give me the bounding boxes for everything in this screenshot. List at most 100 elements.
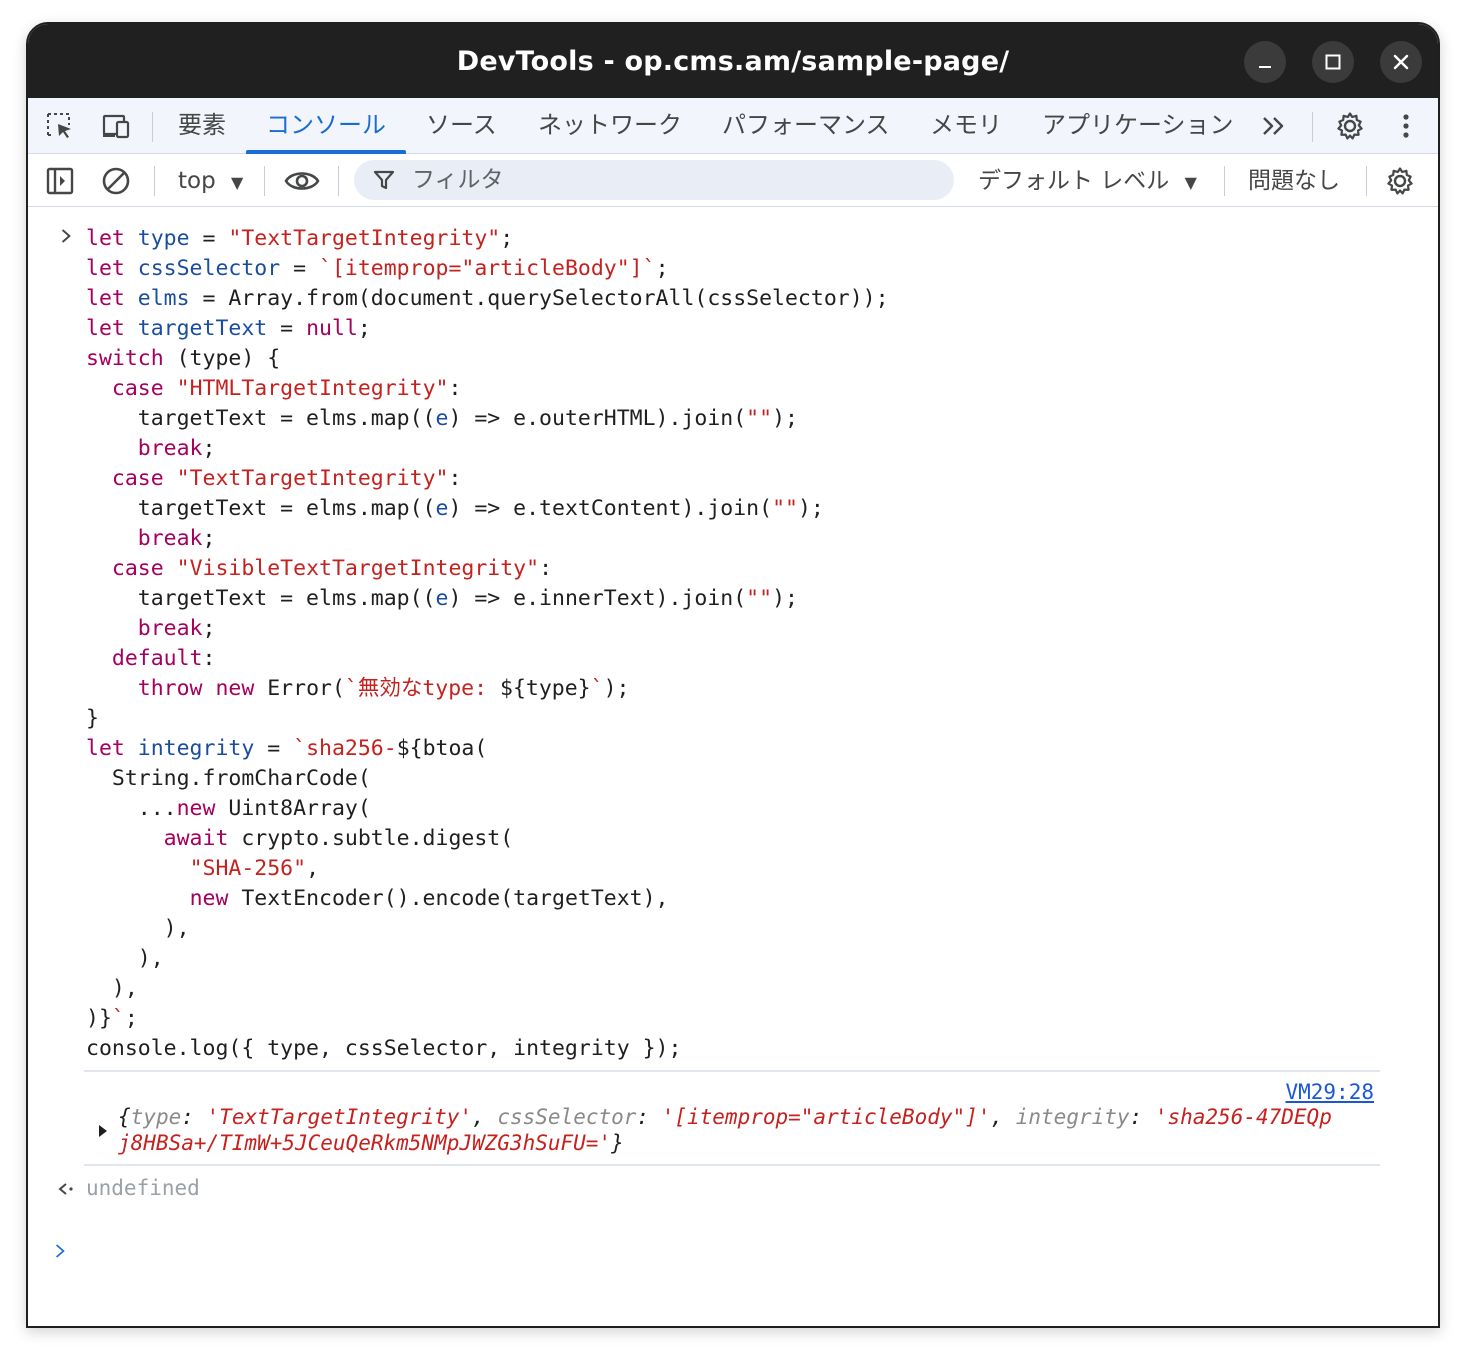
code-token: ) => e.textContent).join(: [448, 496, 773, 521]
code-line: targetText = elms.map((e) => e.outerHTML…: [86, 404, 798, 434]
code-token: (type) {: [163, 346, 281, 371]
code-line: new TextEncoder().encode(targetText),: [86, 884, 669, 914]
code-token: String.fromCharCode(: [86, 766, 371, 791]
code-token: break: [137, 526, 203, 551]
code-line: ),: [86, 944, 164, 974]
code-token: = Array.from(document.querySelectorAll(c…: [189, 286, 889, 311]
code-token: )}: [86, 1006, 112, 1031]
more-tabs-button[interactable]: [1258, 110, 1290, 142]
sidebar-toggle-button[interactable]: [44, 165, 76, 197]
settings-button[interactable]: [1334, 110, 1366, 142]
code-line: targetText = elms.map((e) => e.innerText…: [86, 584, 798, 614]
code-token: crypto.subtle.digest(: [241, 826, 514, 851]
code-line: }: [86, 704, 99, 734]
code-line: let type = "TextTargetIntegrity";: [86, 224, 513, 254]
code-line: break;: [86, 524, 216, 554]
expand-object-icon[interactable]: [98, 1124, 108, 1138]
code-token: cssSelector: [137, 256, 281, 281]
code-line: targetText = elms.map((e) => e.textConte…: [86, 494, 824, 524]
code-token: ),: [86, 916, 190, 941]
code-token: null: [306, 316, 358, 341]
toolbar-separator: [1312, 112, 1313, 142]
output-token: ,: [990, 1105, 1016, 1129]
console-settings-button[interactable]: [1384, 165, 1416, 197]
code-token: ${btoa(: [396, 736, 488, 761]
toolbar-separator: [154, 166, 155, 196]
context-selector-label: top: [178, 168, 216, 194]
dropdown-arrow-icon: ▼: [231, 173, 244, 192]
code-token: case: [111, 466, 177, 491]
tab-memory[interactable]: メモリ: [930, 98, 1002, 154]
code-token: "TextTargetIntegrity": [228, 226, 501, 251]
code-line: let cssSelector = `[itemprop="articleBod…: [86, 254, 669, 284]
code-line: let targetText = null;: [86, 314, 371, 344]
code-token: ...: [86, 796, 177, 821]
code-line: case "HTMLTargetIntegrity":: [86, 374, 462, 404]
code-token: default: [111, 646, 203, 671]
sidebar-toggle-icon: [46, 167, 74, 195]
code-token: ${type}: [500, 676, 591, 701]
code-token: e: [435, 586, 449, 611]
output-token: }: [611, 1131, 624, 1155]
maximize-button[interactable]: [1312, 41, 1354, 83]
code-token: =: [254, 736, 294, 761]
source-link[interactable]: VM29:28: [1285, 1080, 1374, 1104]
code-line: throw new Error(`無効なtype: ${type}`);: [86, 674, 630, 704]
clear-console-button[interactable]: [100, 165, 132, 197]
code-token: await: [163, 826, 242, 851]
code-token: "": [772, 496, 798, 521]
window-title: DevTools - op.cms.am/sample-page/: [456, 45, 1010, 77]
log-level-selector[interactable]: デフォルト レベル ▼: [978, 155, 1197, 207]
code-token: let: [86, 286, 138, 311]
code-token: integrity: [137, 736, 255, 761]
tab-performance[interactable]: パフォーマンス: [722, 98, 890, 154]
inspect-element-button[interactable]: [44, 110, 76, 142]
close-icon: [1393, 54, 1409, 70]
minimize-button[interactable]: [1244, 41, 1286, 83]
output-token: 'TextTargetIntegrity': [206, 1105, 473, 1129]
prompt-chevron-icon[interactable]: [54, 1243, 66, 1259]
log-level-label: デフォルト レベル: [978, 168, 1170, 194]
filter-input[interactable]: フィルタ: [354, 160, 954, 200]
code-token: ) => e.innerText).join(: [448, 586, 747, 611]
code-line: ),: [86, 974, 138, 1004]
code-token: `: [111, 1006, 125, 1031]
message-divider: [84, 1070, 1380, 1072]
toolbar-separator: [1224, 166, 1225, 196]
console-messages[interactable]: let type = "TextTargetIntegrity"; let css…: [28, 208, 1438, 1326]
customize-menu-button[interactable]: [1390, 110, 1422, 142]
tab-elements[interactable]: 要素: [178, 98, 226, 154]
tab-sources[interactable]: ソース: [426, 98, 497, 154]
device-toolbar-button[interactable]: [100, 110, 132, 142]
context-selector[interactable]: top ▼: [178, 155, 243, 207]
code-token: ) => e.outerHTML).join(: [448, 406, 747, 431]
tab-console[interactable]: コンソール: [266, 98, 386, 154]
issues-counter[interactable]: 問題なし: [1248, 155, 1340, 207]
eye-icon: [284, 172, 320, 190]
live-expression-button[interactable]: [284, 165, 320, 197]
log-output-line[interactable]: {type: 'TextTargetIntegrity', cssSelecto…: [118, 1104, 1332, 1131]
log-output-line[interactable]: j8HBSa+/TImW+5JCeuQeRkm5NMpJWZG3hSuFU='}: [118, 1130, 624, 1157]
minimize-icon: [1259, 66, 1271, 68]
code-token: ;: [202, 526, 216, 551]
code-token: console.log({ type, cssSelector, integri…: [86, 1036, 682, 1061]
code-token: e: [435, 406, 449, 431]
code-token: let: [86, 316, 138, 341]
code-token: );: [797, 496, 824, 521]
tab-application[interactable]: アプリケーション: [1042, 98, 1234, 154]
output-token: ,: [472, 1105, 498, 1129]
code-line: break;: [86, 614, 216, 644]
code-token: throw: [137, 676, 216, 701]
tab-network[interactable]: ネットワーク: [538, 98, 682, 154]
close-button[interactable]: [1380, 41, 1422, 83]
code-token: ;: [655, 256, 669, 281]
code-token: Error(: [267, 676, 345, 701]
clear-icon: [102, 167, 130, 195]
